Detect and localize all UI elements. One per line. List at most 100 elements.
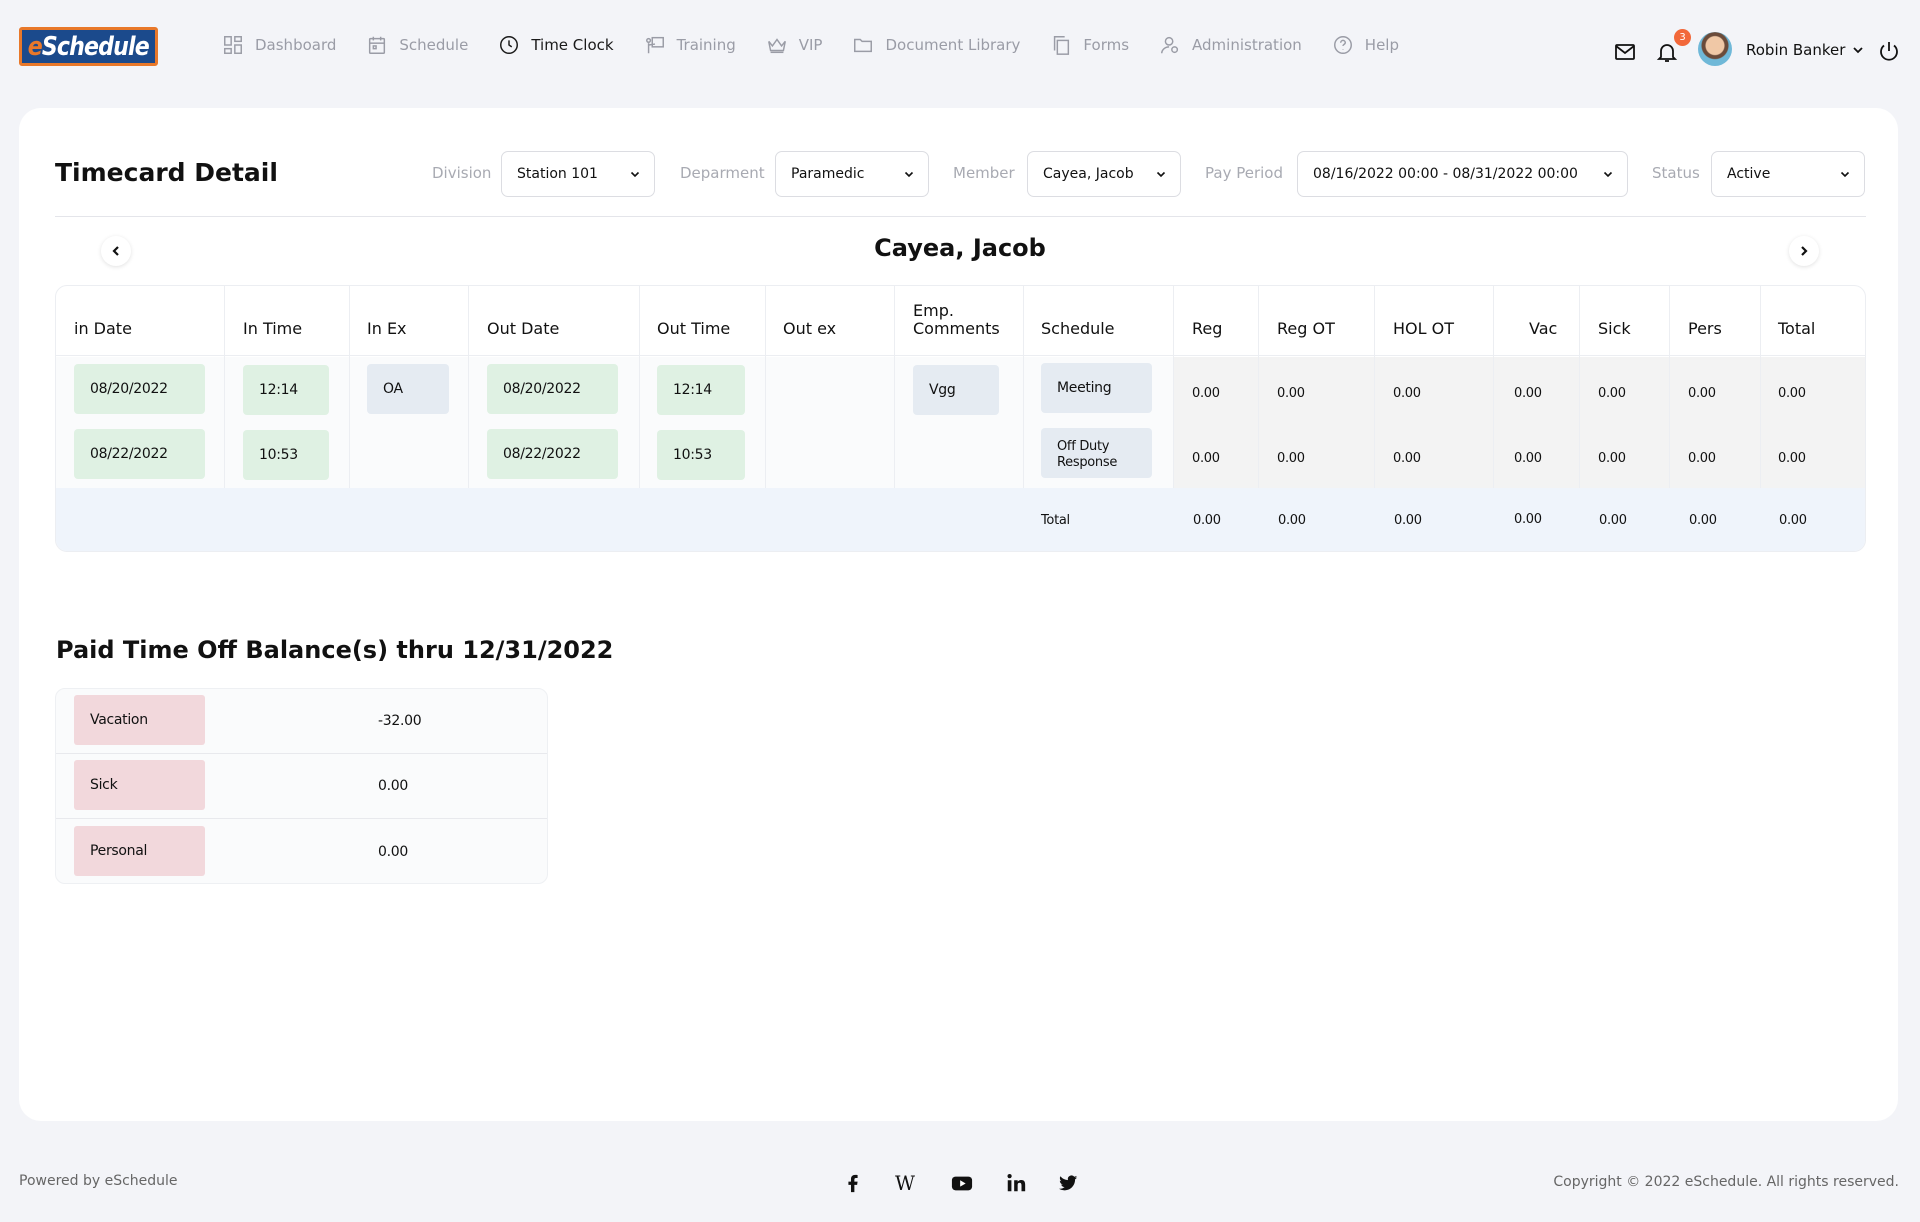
out-date-cell[interactable]: 08/22/2022 [487, 429, 618, 479]
table-row: Sick 0.00 [56, 754, 547, 819]
table-row: Vacation -32.00 [56, 689, 547, 754]
nav-vip[interactable]: VIP [766, 30, 822, 60]
linkedin-icon[interactable] [1003, 1170, 1029, 1196]
pto-table: Vacation -32.00 Sick 0.00 Personal 0.00 [55, 688, 548, 884]
column-header-reg: Reg [1192, 319, 1223, 338]
column-header-schedule: Schedule [1041, 319, 1115, 338]
nav-training[interactable]: Training [644, 30, 736, 60]
column-header-emp-comments: Emp. Comments [913, 301, 1000, 338]
reg-ot-value: 0.00 [1277, 451, 1305, 466]
nav-schedule[interactable]: Schedule [366, 30, 468, 60]
total-value: 0.00 [1778, 386, 1806, 401]
power-icon[interactable] [1877, 39, 1901, 63]
total-reg: 0.00 [1193, 513, 1221, 528]
column-header-vac: Vac [1529, 319, 1558, 338]
division-label: Division [432, 164, 492, 182]
pers-value: 0.00 [1688, 386, 1716, 401]
timecard-table: in Date In Time In Ex Out Date Out Time … [55, 285, 1866, 552]
header-divider [55, 216, 1866, 217]
nav-administration[interactable]: Administration [1159, 30, 1302, 60]
pto-value: 0.00 [378, 844, 408, 860]
column-header-out-date: Out Date [487, 319, 560, 338]
in-date-cell[interactable]: 08/20/2022 [74, 364, 205, 414]
mail-icon[interactable] [1613, 40, 1637, 64]
member-select[interactable]: Cayea, Jacob [1027, 151, 1181, 197]
vac-value: 0.00 [1514, 386, 1542, 401]
svg-text:W: W [895, 1172, 915, 1194]
column-header-out-ex: Out ex [783, 319, 837, 338]
total-total: 0.00 [1779, 513, 1807, 528]
hol-ot-value: 0.00 [1393, 451, 1421, 466]
status-select[interactable]: Active [1711, 151, 1865, 197]
out-time-cell[interactable]: 12:14 [657, 365, 745, 415]
reg-ot-value: 0.00 [1277, 386, 1305, 401]
out-date-cell[interactable]: 08/20/2022 [487, 364, 618, 414]
column-header-out-time: Out Time [657, 319, 731, 338]
chevron-right-icon [1801, 246, 1808, 256]
column-header-in-date: in Date [74, 319, 132, 338]
nav-dashboard[interactable]: Dashboard [222, 30, 336, 60]
copyright: Copyright © 2022 eSchedule. All rights r… [1553, 1174, 1899, 1190]
column-header-in-time: In Time [243, 319, 303, 338]
twitter-icon[interactable] [1055, 1170, 1081, 1196]
column-header-sick: Sick [1598, 319, 1631, 338]
sick-value: 0.00 [1598, 451, 1626, 466]
in-time-cell[interactable]: 12:14 [243, 365, 329, 415]
calendar-icon [369, 36, 386, 54]
training-icon [645, 36, 664, 54]
column-header-reg-ot: Reg OT [1277, 319, 1335, 338]
status-label: Status [1652, 164, 1700, 182]
chevron-down-icon [904, 171, 914, 178]
table-row: Personal 0.00 [56, 820, 547, 883]
top-navbar: eSchedule Dashboard Schedule Time Clock … [0, 0, 1920, 92]
total-reg-ot: 0.00 [1278, 513, 1306, 528]
bell-icon[interactable] [1655, 40, 1679, 64]
crown-icon [767, 38, 786, 54]
forms-icon [1054, 36, 1070, 55]
help-icon [1333, 36, 1352, 54]
clock-icon [500, 36, 519, 54]
grid-icon [224, 36, 242, 54]
department-select[interactable]: Paramedic [775, 151, 929, 197]
in-date-cell[interactable]: 08/22/2022 [74, 429, 205, 479]
avatar[interactable] [1698, 32, 1732, 66]
pers-value: 0.00 [1688, 451, 1716, 466]
nav-forms[interactable]: Forms [1050, 30, 1129, 60]
out-time-cell[interactable]: 10:53 [657, 430, 745, 480]
comments-cell[interactable]: Vgg [913, 365, 999, 415]
schedule-cell[interactable]: Off Duty Response [1041, 428, 1152, 478]
reg-value: 0.00 [1192, 386, 1220, 401]
user-name[interactable]: Robin Banker [1746, 41, 1845, 59]
eschedule-logo[interactable]: eSchedule [19, 27, 158, 66]
chevron-down-icon [1603, 171, 1613, 178]
total-sick: 0.00 [1599, 513, 1627, 528]
facebook-icon[interactable] [840, 1170, 866, 1196]
member-label: Member [953, 164, 1015, 182]
page-title: Timecard Detail [55, 158, 278, 187]
nav-document-library[interactable]: Document Library [852, 30, 1020, 60]
main-nav: Dashboard Schedule Time Clock Training V… [222, 30, 1429, 60]
pto-label: Personal [74, 826, 205, 876]
total-pers: 0.00 [1689, 513, 1717, 528]
wikipedia-icon[interactable]: W [893, 1170, 919, 1196]
in-ex-cell[interactable]: OA [367, 364, 449, 414]
total-hol-ot: 0.00 [1394, 513, 1422, 528]
division-select[interactable]: Station 101 [501, 151, 655, 197]
chevron-down-icon[interactable] [1852, 44, 1864, 56]
pay-period-select[interactable]: 08/16/2022 00:00 - 08/31/2022 00:00 [1297, 151, 1628, 197]
nav-time-clock[interactable]: Time Clock [498, 30, 614, 60]
youtube-icon[interactable] [949, 1170, 975, 1196]
pto-title: Paid Time Off Balance(s) thru 12/31/2022 [56, 636, 614, 664]
chevron-down-icon [1840, 171, 1850, 178]
reg-value: 0.00 [1192, 451, 1220, 466]
next-member-button[interactable] [1789, 236, 1819, 266]
department-label: Deparment [680, 164, 765, 182]
in-time-cell[interactable]: 10:53 [243, 430, 329, 480]
column-header-in-ex: In Ex [367, 319, 407, 338]
chevron-down-icon [630, 171, 640, 178]
notification-badge: 3 [1674, 29, 1691, 46]
schedule-cell[interactable]: Meeting [1041, 363, 1152, 413]
column-header-pers: Pers [1688, 319, 1722, 338]
nav-help[interactable]: Help [1332, 30, 1399, 60]
folder-icon [854, 38, 873, 53]
